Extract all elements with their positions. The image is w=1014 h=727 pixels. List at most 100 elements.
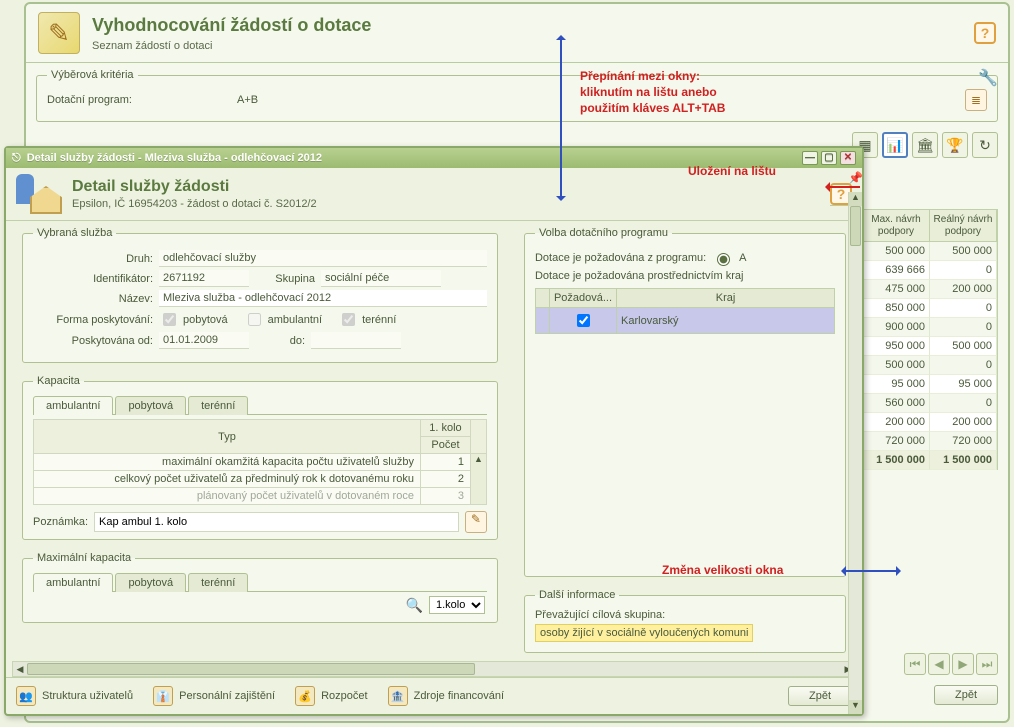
tool-award-icon[interactable]: 🏆 xyxy=(942,132,968,158)
cell[interactable]: 500 000 xyxy=(863,242,930,261)
cell[interactable]: 0 xyxy=(930,394,997,413)
ident-label: Identifikátor: xyxy=(33,273,153,285)
filter-button[interactable]: ≣ xyxy=(965,89,987,111)
tool-refresh-icon[interactable]: ↻ xyxy=(972,132,998,158)
cap-th-kolo[interactable]: 1. kolo xyxy=(420,420,470,437)
scroll-down-icon[interactable]: ▼ xyxy=(849,700,862,714)
cell[interactable]: 639 666 xyxy=(863,261,930,280)
nav-last-icon[interactable]: ⏭ xyxy=(976,653,998,675)
kraj-name[interactable]: Karlovarský xyxy=(617,308,835,334)
criteria-fieldset: Výběrová kritéria Dotační program: A+B ≣ xyxy=(36,69,998,122)
cell[interactable]: 500 000 xyxy=(930,337,997,356)
target-group-value[interactable]: osoby žijící v sociálně vyloučených komu… xyxy=(535,624,753,642)
detail-window: ⎋ Detail služby žádosti - Mleziva služba… xyxy=(4,146,864,716)
nav-next-icon[interactable]: ▶ xyxy=(952,653,974,675)
budget-icon: 💰 xyxy=(295,686,315,706)
binoculars-icon[interactable]: 🔍 xyxy=(406,597,423,614)
tab-terenni[interactable]: terénní xyxy=(188,396,248,415)
target-group-label: Převažující cílová skupina: xyxy=(535,609,665,621)
structure-button[interactable]: 👥Struktura uživatelů xyxy=(16,686,133,706)
maximize-button[interactable]: ▢ xyxy=(821,151,837,165)
cell[interactable]: 500 000 xyxy=(930,242,997,261)
app-icon xyxy=(38,12,80,54)
cap-th-pocet[interactable]: Počet xyxy=(420,437,470,454)
skupina-field[interactable] xyxy=(321,270,441,287)
budget-button[interactable]: 💰Rozpočet xyxy=(295,686,367,706)
cap-row-num[interactable]: 2 xyxy=(420,471,470,488)
financing-button[interactable]: 🏦Zdroje financování xyxy=(388,686,505,706)
cell[interactable]: 95 000 xyxy=(863,375,930,394)
close-button[interactable]: ✕ xyxy=(840,151,856,165)
cap-scroll-up-icon[interactable]: ▲ xyxy=(471,454,486,464)
save-bar-arrow xyxy=(828,186,860,188)
cell[interactable]: 720 000 xyxy=(930,432,997,451)
criteria-value: A+B xyxy=(237,94,965,106)
tool-buildings-icon[interactable]: 🏛 xyxy=(912,132,938,158)
main-back-button[interactable]: Zpět xyxy=(934,685,998,705)
cell[interactable]: 0 xyxy=(930,318,997,337)
cell[interactable]: 500 000 xyxy=(863,356,930,375)
cell[interactable]: 95 000 xyxy=(930,375,997,394)
cell[interactable]: 0 xyxy=(930,356,997,375)
scroll-thumb[interactable] xyxy=(850,206,861,246)
max-tab-pobytova[interactable]: pobytová xyxy=(115,573,186,592)
selected-service-fieldset: Vybraná služba Druh: Identifikátor: Skup… xyxy=(22,227,498,363)
nazev-field[interactable] xyxy=(159,290,487,307)
druh-field[interactable] xyxy=(159,250,487,267)
kraj-th2[interactable]: Kraj xyxy=(617,289,835,308)
col-max-header[interactable]: Max. návrh podpory xyxy=(863,210,930,241)
cell[interactable]: 200 000 xyxy=(930,280,997,299)
nav-first-icon[interactable]: ⏮ xyxy=(904,653,926,675)
detail-vscrollbar[interactable]: ▲ ▼ xyxy=(848,192,862,714)
forma-label: Forma poskytování: xyxy=(33,314,153,326)
cell[interactable]: 900 000 xyxy=(863,318,930,337)
cap-row-num[interactable]: 1 xyxy=(420,454,470,471)
cell[interactable]: 560 000 xyxy=(863,394,930,413)
do-field[interactable] xyxy=(311,332,401,349)
detail-hscrollbar[interactable]: ◀ ▶ xyxy=(12,661,856,677)
bank-icon: 🏦 xyxy=(388,686,408,706)
cell[interactable]: 720 000 xyxy=(863,432,930,451)
cell[interactable]: 0 xyxy=(930,261,997,280)
kolo-select[interactable]: 1.kolo xyxy=(429,596,485,614)
kraj-row-selector[interactable] xyxy=(535,308,549,334)
cell[interactable]: 950 000 xyxy=(863,337,930,356)
max-tab-ambulantni[interactable]: ambulantní xyxy=(33,573,113,592)
hscroll-thumb[interactable] xyxy=(27,663,475,675)
poskod-field[interactable] xyxy=(159,332,249,349)
cell[interactable]: 200 000 xyxy=(863,413,930,432)
minimize-button[interactable]: — xyxy=(802,151,818,165)
personnel-button[interactable]: 👔Personální zajištění xyxy=(153,686,275,706)
hscroll-left-icon[interactable]: ◀ xyxy=(13,664,27,675)
note-field[interactable] xyxy=(94,512,459,532)
title-bar[interactable]: ⎋ Detail služby žádosti - Mleziva služba… xyxy=(6,148,862,168)
staff-icon: 👔 xyxy=(153,686,173,706)
tool-chart-icon[interactable]: 📊 xyxy=(882,132,908,158)
help-icon[interactable]: ? xyxy=(974,22,996,44)
max-tab-terenni[interactable]: terénní xyxy=(188,573,248,592)
detail-back-button[interactable]: Zpět xyxy=(788,686,852,706)
forma-pobytova-checkbox[interactable] xyxy=(163,313,176,326)
note-edit-button[interactable]: ✎ xyxy=(465,511,487,533)
cell[interactable]: 0 xyxy=(930,299,997,318)
kraj-th1[interactable]: Požadová... xyxy=(549,289,616,308)
kraj-checkbox[interactable] xyxy=(577,314,590,327)
tab-ambulantni[interactable]: ambulantní xyxy=(33,396,113,415)
forma-ambulantni-checkbox[interactable] xyxy=(248,313,261,326)
wrench-icon[interactable]: 🔧 xyxy=(978,68,998,88)
cell[interactable]: 850 000 xyxy=(863,299,930,318)
cap-th-typ[interactable]: Typ xyxy=(34,420,421,454)
nav-prev-icon[interactable]: ◀ xyxy=(928,653,950,675)
tab-pobytova[interactable]: pobytová xyxy=(115,396,186,415)
poskod-label: Poskytována od: xyxy=(33,335,153,347)
cell[interactable]: 475 000 xyxy=(863,280,930,299)
ident-field[interactable] xyxy=(159,270,249,287)
cell[interactable]: 200 000 xyxy=(930,413,997,432)
program-a-radio[interactable] xyxy=(717,253,730,266)
resize-arrow xyxy=(844,570,898,572)
scroll-up-icon[interactable]: ▲ xyxy=(849,192,862,206)
col-real-header[interactable]: Reálný návrh podpory xyxy=(930,210,997,241)
forma-terenni-checkbox[interactable] xyxy=(342,313,355,326)
hscroll-track[interactable] xyxy=(27,662,841,676)
cap-row-num[interactable]: 3 xyxy=(420,488,470,505)
